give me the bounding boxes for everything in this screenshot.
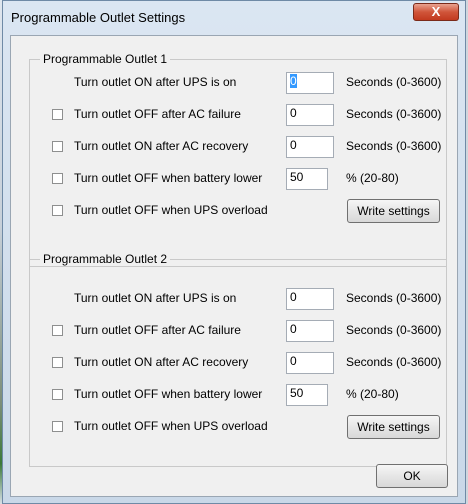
outlet-2-off-battery-lower-unit: % (20-80) bbox=[346, 387, 399, 401]
outlet-1-off-battery-lower-unit: % (20-80) bbox=[346, 171, 399, 185]
outlet-2-off-ups-overload-checkbox[interactable] bbox=[52, 421, 63, 432]
outlet-2-on-after-ac-recovery-row: Turn outlet ON after AC recovery 0 Secon… bbox=[30, 352, 446, 376]
outlet-2-off-ups-overload-row: Turn outlet OFF when UPS overload Write … bbox=[30, 415, 446, 440]
outlet-2-on-after-ac-recovery-checkbox[interactable] bbox=[52, 357, 63, 368]
title-bar[interactable]: Programmable Outlet Settings X bbox=[3, 1, 465, 35]
outlet-1-on-after-ac-recovery-input[interactable]: 0 bbox=[286, 136, 334, 158]
outlet-1-off-ups-overload-row: Turn outlet OFF when UPS overload Write … bbox=[30, 199, 446, 224]
outlet-1-on-after-ups-unit: Seconds (0-3600) bbox=[346, 75, 442, 89]
outlet-1-off-battery-lower-input[interactable]: 50 bbox=[286, 168, 328, 190]
outlet-1-off-after-ac-failure-checkbox[interactable] bbox=[52, 109, 63, 120]
outlet-1-on-after-ac-recovery-checkbox[interactable] bbox=[52, 141, 63, 152]
outlet-2-off-battery-lower-label[interactable]: Turn outlet OFF when battery lower bbox=[74, 387, 262, 401]
outlet-2-off-battery-lower-input[interactable]: 50 bbox=[286, 384, 328, 406]
outlet-2-off-after-ac-failure-checkbox[interactable] bbox=[52, 325, 63, 336]
close-icon: X bbox=[431, 4, 441, 19]
outlet-2-on-after-ups-row: Turn outlet ON after UPS is on 0 Seconds… bbox=[30, 288, 446, 312]
outlet-1-off-after-ac-failure-label[interactable]: Turn outlet OFF after AC failure bbox=[74, 107, 241, 121]
outlet-2-on-after-ups-unit: Seconds (0-3600) bbox=[346, 291, 442, 305]
outlet-2-on-after-ac-recovery-unit: Seconds (0-3600) bbox=[346, 355, 442, 369]
outlet-1-off-ups-overload-label[interactable]: Turn outlet OFF when UPS overload bbox=[74, 203, 268, 217]
outlet-2-off-after-ac-failure-row: Turn outlet OFF after AC failure 0 Secon… bbox=[30, 320, 446, 344]
outlet-1-off-ups-overload-checkbox[interactable] bbox=[52, 205, 63, 216]
outlet-1-off-after-ac-failure-row: Turn outlet OFF after AC failure 0 Secon… bbox=[30, 104, 446, 128]
outlet-1-on-after-ups-label: Turn outlet ON after UPS is on bbox=[74, 75, 237, 89]
outlet-1-on-after-ups-input[interactable]: 0 bbox=[286, 72, 334, 94]
outlet-2-write-settings-button[interactable]: Write settings bbox=[347, 415, 440, 439]
dialog-client-area: Programmable Outlet 1 Turn outlet ON aft… bbox=[10, 35, 458, 497]
outlet-1-group: Programmable Outlet 1 Turn outlet ON aft… bbox=[29, 52, 447, 267]
outlet-1-off-after-ac-failure-unit: Seconds (0-3600) bbox=[346, 107, 442, 121]
outlet-2-on-after-ac-recovery-input[interactable]: 0 bbox=[286, 352, 334, 374]
window-title: Programmable Outlet Settings bbox=[11, 10, 186, 25]
outlet-2-off-after-ac-failure-unit: Seconds (0-3600) bbox=[346, 323, 442, 337]
outlet-1-group-label: Programmable Outlet 1 bbox=[40, 52, 171, 66]
ok-button[interactable]: OK bbox=[376, 464, 448, 488]
outlet-2-on-after-ups-label: Turn outlet ON after UPS is on bbox=[74, 291, 237, 305]
outlet-2-group-label: Programmable Outlet 2 bbox=[40, 252, 171, 266]
outlet-2-off-ups-overload-label[interactable]: Turn outlet OFF when UPS overload bbox=[74, 419, 268, 433]
outlet-1-off-after-ac-failure-input[interactable]: 0 bbox=[286, 104, 334, 126]
outlet-2-off-after-ac-failure-input[interactable]: 0 bbox=[286, 320, 334, 342]
outlet-1-on-after-ac-recovery-label[interactable]: Turn outlet ON after AC recovery bbox=[74, 139, 248, 153]
dialog-window: Programmable Outlet Settings X Programma… bbox=[2, 0, 466, 504]
outlet-1-off-battery-lower-row: Turn outlet OFF when battery lower 50 % … bbox=[30, 168, 446, 192]
outlet-2-on-after-ups-input[interactable]: 0 bbox=[286, 288, 334, 310]
outlet-1-write-settings-button[interactable]: Write settings bbox=[347, 199, 440, 223]
outlet-1-on-after-ups-row: Turn outlet ON after UPS is on 0 Seconds… bbox=[30, 72, 446, 96]
close-button[interactable]: X bbox=[413, 3, 459, 21]
outlet-2-off-after-ac-failure-label[interactable]: Turn outlet OFF after AC failure bbox=[74, 323, 241, 337]
outlet-2-off-battery-lower-checkbox[interactable] bbox=[52, 389, 63, 400]
outlet-2-group: Programmable Outlet 2 Turn outlet ON aft… bbox=[29, 252, 447, 467]
outlet-1-off-battery-lower-checkbox[interactable] bbox=[52, 173, 63, 184]
outlet-1-off-battery-lower-label[interactable]: Turn outlet OFF when battery lower bbox=[74, 171, 262, 185]
outlet-1-on-after-ac-recovery-row: Turn outlet ON after AC recovery 0 Secon… bbox=[30, 136, 446, 160]
outlet-1-on-after-ac-recovery-unit: Seconds (0-3600) bbox=[346, 139, 442, 153]
outlet-2-off-battery-lower-row: Turn outlet OFF when battery lower 50 % … bbox=[30, 384, 446, 408]
outlet-2-on-after-ac-recovery-label[interactable]: Turn outlet ON after AC recovery bbox=[74, 355, 248, 369]
